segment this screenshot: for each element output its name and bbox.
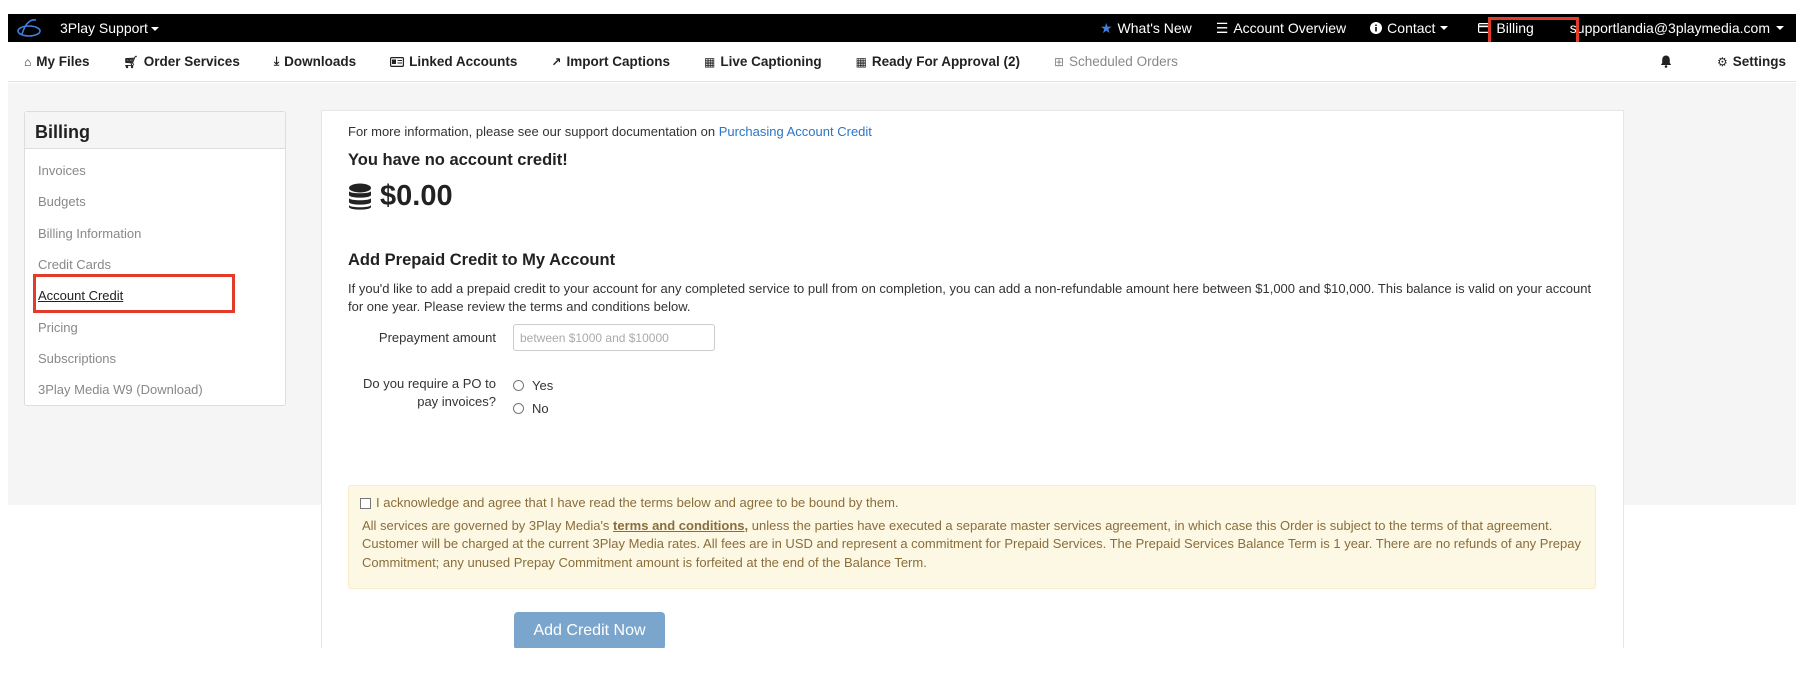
- purchasing-account-credit-link[interactable]: Purchasing Account Credit: [719, 124, 872, 139]
- sidebar-item-pricing[interactable]: Pricing: [25, 311, 285, 342]
- bell-icon: [1660, 55, 1672, 68]
- nav-order-services-label: Order Services: [143, 54, 240, 69]
- sidebar-item-account-credit[interactable]: Account Credit: [25, 280, 285, 311]
- credit-balance-value: $0.00: [380, 180, 453, 212]
- billing-sidebar: Billing Invoices Budgets Billing Informa…: [24, 111, 286, 406]
- caret-down-icon: [150, 27, 159, 32]
- prepayment-amount-label: Prepayment amount: [378, 330, 496, 345]
- sidebar-item-billing-information[interactable]: Billing Information: [25, 218, 285, 249]
- terms-prefix: All services are governed by 3Play Media…: [362, 517, 614, 533]
- credit-card-icon: [1478, 23, 1492, 33]
- nav-live-captioning-label: Live Captioning: [720, 54, 822, 69]
- no-credit-heading: You have no account credit!: [348, 151, 568, 169]
- star-icon: ★: [1099, 19, 1113, 36]
- notifications-button[interactable]: [1632, 42, 1700, 81]
- nav-order-services[interactable]: 🛒︎ Order Services: [107, 42, 257, 81]
- add-prepaid-heading: Add Prepaid Credit to My Account: [348, 251, 616, 269]
- list-icon: ☰: [1215, 19, 1229, 36]
- id-card-icon: [390, 56, 405, 67]
- home-icon: ⌂: [24, 54, 32, 69]
- nav-downloads-label: Downloads: [284, 54, 357, 69]
- user-email: supportlandia@3playmedia.com: [1569, 20, 1770, 36]
- po-yes-option[interactable]: Yes: [513, 378, 553, 393]
- po-yes-radio[interactable]: [513, 380, 524, 391]
- account-overview-link[interactable]: ☰ Account Overview: [1204, 14, 1358, 42]
- po-no-label: No: [532, 401, 549, 416]
- po-no-option[interactable]: No: [513, 401, 549, 416]
- sidebar-title: Billing: [25, 112, 285, 149]
- nav-import-captions-label: Import Captions: [566, 54, 670, 69]
- sidebar-item-budgets[interactable]: Budgets: [25, 186, 285, 217]
- brand-label: 3Play Support: [60, 20, 148, 36]
- credit-balance: $0.00: [348, 180, 453, 213]
- acknowledge-row[interactable]: I acknowledge and agree that I have read…: [360, 494, 1582, 513]
- calendar-icon: ▦: [703, 54, 716, 69]
- nav-scheduled-orders[interactable]: ⊞ Scheduled Orders: [1037, 42, 1195, 81]
- po-required-label: Do you require a PO to pay invoices?: [363, 376, 496, 409]
- main-nav: ⌂ My Files 🛒︎ Order Services ⤓ Downloads…: [8, 42, 1796, 82]
- nav-import-captions[interactable]: ↗ Import Captions: [534, 42, 687, 81]
- nav-linked-accounts-label: Linked Accounts: [409, 54, 518, 69]
- user-account-dropdown[interactable]: supportlandia@3playmedia.com: [1558, 14, 1796, 42]
- contact-label: Contact: [1387, 20, 1436, 36]
- calendar-icon: ▦: [855, 54, 867, 69]
- coins-icon: [349, 183, 371, 210]
- acknowledge-label: I acknowledge and agree that I have read…: [376, 495, 899, 510]
- terms-text: All services are governed by 3Play Media…: [362, 517, 1582, 573]
- sidebar-item-w9-download[interactable]: 3Play Media W9 (Download): [25, 374, 285, 405]
- nav-live-captioning[interactable]: ▦ Live Captioning: [687, 42, 839, 81]
- nav-scheduled-orders-label: Scheduled Orders: [1069, 54, 1178, 69]
- terms-alert: I acknowledge and agree that I have read…: [348, 485, 1596, 589]
- nav-linked-accounts[interactable]: Linked Accounts: [373, 42, 534, 81]
- billing-link[interactable]: Billing: [1460, 14, 1557, 42]
- nav-my-files[interactable]: ⌂ My Files: [8, 42, 107, 81]
- download-icon: ⤓: [273, 54, 280, 68]
- nav-ready-for-approval-label: Ready For Approval (2): [871, 54, 1020, 69]
- sidebar-item-credit-cards[interactable]: Credit Cards: [25, 249, 285, 280]
- gear-icon: ⚙: [1716, 54, 1728, 69]
- add-credit-now-button[interactable]: Add Credit Now: [514, 612, 665, 650]
- terms-and-conditions-link[interactable]: terms and conditions,: [613, 518, 748, 533]
- whats-new-label: What's New: [1117, 20, 1192, 36]
- share-icon: ↗: [551, 54, 562, 69]
- page-bottom-margin: [0, 648, 1804, 700]
- support-info-text: For more information, please see our sup…: [348, 124, 719, 139]
- caret-down-icon: [1776, 26, 1784, 30]
- account-overview-label: Account Overview: [1233, 20, 1347, 36]
- contact-dropdown[interactable]: Contact: [1358, 14, 1460, 42]
- settings-label: Settings: [1732, 54, 1786, 69]
- sidebar-item-invoices[interactable]: Invoices: [25, 155, 285, 186]
- sidebar-item-subscriptions[interactable]: Subscriptions: [25, 343, 285, 374]
- support-info: For more information, please see our sup…: [348, 124, 872, 139]
- prepaid-description: If you'd like to add a prepaid credit to…: [348, 281, 1592, 314]
- nav-ready-for-approval[interactable]: ▦ Ready For Approval (2): [839, 42, 1037, 81]
- calendar-plus-icon: ⊞: [1053, 54, 1065, 69]
- caret-down-icon: [1440, 26, 1449, 30]
- whats-new-link[interactable]: ★ What's New: [1088, 14, 1204, 42]
- 3play-logo-icon: [17, 18, 41, 37]
- cart-icon: 🛒︎: [123, 54, 139, 69]
- prepayment-amount-input[interactable]: [513, 324, 715, 351]
- acknowledge-checkbox[interactable]: [360, 497, 371, 509]
- settings-link[interactable]: ⚙ Settings: [1700, 42, 1796, 81]
- brand-dropdown[interactable]: 3Play Support: [60, 20, 159, 36]
- po-no-radio[interactable]: [513, 403, 524, 414]
- billing-label: Billing: [1496, 20, 1534, 36]
- sidebar-menu: Invoices Budgets Billing Information Cre…: [25, 149, 285, 405]
- nav-downloads[interactable]: ⤓ Downloads: [257, 42, 373, 81]
- brand[interactable]: 3Play Support: [16, 17, 159, 39]
- po-yes-label: Yes: [532, 378, 554, 393]
- nav-my-files-label: My Files: [36, 54, 90, 69]
- info-icon: [1370, 22, 1383, 34]
- top-bar: 3Play Support ★ What's New ☰ Account Ove…: [8, 14, 1796, 42]
